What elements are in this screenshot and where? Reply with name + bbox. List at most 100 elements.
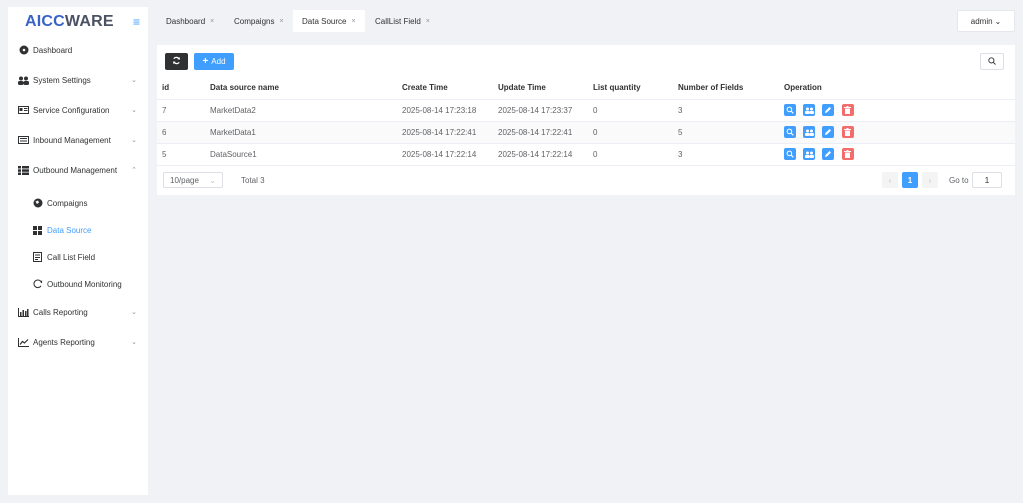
view-button[interactable]: [784, 148, 796, 160]
sidebar-item-label: Agents Reporting: [33, 337, 95, 347]
cell-list-quantity: 0: [593, 143, 678, 166]
table-icon: [18, 165, 29, 176]
chevron-down-icon: ⌄: [994, 16, 1002, 26]
tab-data-source[interactable]: Data Source ×: [293, 10, 365, 32]
sidebar-item-inbound-management[interactable]: Inbound Management ⌄: [8, 128, 148, 152]
edit-button[interactable]: [822, 104, 835, 116]
logo-row: AICCWARE ≡: [8, 7, 148, 37]
view-button[interactable]: [784, 104, 796, 116]
dashboard-icon: [18, 45, 29, 56]
cell-number-of-fields: 5: [678, 121, 784, 144]
grid-icon: [32, 225, 43, 236]
tab-compaigns[interactable]: Compaigns ×: [225, 10, 293, 32]
cell-create-time: 2025-08-14 17:22:41: [402, 121, 498, 144]
close-icon[interactable]: ×: [351, 18, 355, 25]
cell-id: 6: [157, 121, 210, 144]
search-icon: [988, 56, 996, 67]
chevron-right-icon: ›: [928, 175, 932, 185]
cell-create-time: 2025-08-14 17:23:18: [402, 99, 498, 122]
refresh-button[interactable]: [165, 53, 188, 70]
prev-page-button[interactable]: ‹: [882, 172, 898, 188]
chevron-down-icon: ⌄: [209, 175, 216, 185]
sidebar-item-label: Data Source: [47, 225, 92, 235]
sidebar-item-label: System Settings: [33, 75, 91, 85]
cell-name: MarketData1: [210, 121, 402, 144]
cell-update-time: 2025-08-14 17:22:14: [498, 143, 593, 166]
sidebar-item-dashboard[interactable]: Dashboard: [8, 38, 148, 62]
refresh-icon: [172, 56, 181, 67]
users-icon[interactable]: [803, 104, 816, 116]
close-icon[interactable]: ×: [426, 18, 430, 25]
chevron-up-icon: ⌃: [131, 167, 137, 174]
cell-operation: [784, 99, 1015, 122]
delete-button[interactable]: [841, 126, 854, 138]
chevron-left-icon: ‹: [888, 175, 892, 185]
tab-calllist-field[interactable]: CallList Field ×: [366, 10, 439, 32]
table-header-row: id Data source name Create Time Update T…: [157, 77, 1015, 100]
sidebar-item-label: Compaigns: [47, 198, 88, 208]
table-row: 7 MarketData2 2025-08-14 17:23:18 2025-0…: [157, 99, 1015, 122]
add-label: Add: [211, 57, 226, 66]
chevron-down-icon: ⌄: [131, 309, 137, 316]
cell-name: DataSource1: [210, 143, 402, 166]
sidebar-item-data-source[interactable]: Data Source: [8, 218, 148, 242]
delete-button[interactable]: [841, 104, 854, 116]
chevron-down-icon: ⌄: [131, 107, 137, 114]
tab-dashboard[interactable]: Dashboard ×: [157, 10, 223, 32]
edit-button[interactable]: [822, 148, 835, 160]
column-header-list-quantity: List quantity: [593, 77, 678, 100]
tab-label: Data Source: [302, 16, 347, 26]
column-header-update-time: Update Time: [498, 77, 593, 100]
sidebar-item-label: Inbound Management: [33, 135, 111, 145]
search-button[interactable]: [980, 53, 1004, 70]
cell-id: 7: [157, 99, 210, 122]
id-card-icon: [18, 105, 29, 116]
page-size-value: 10/page: [170, 175, 199, 185]
menu-collapse-icon[interactable]: ≡: [133, 15, 140, 29]
sidebar-item-label: Call List Field: [47, 252, 96, 262]
sidebar-item-calls-reporting[interactable]: Calls Reporting ⌄: [8, 300, 148, 324]
cell-number-of-fields: 3: [678, 143, 784, 166]
sidebar-item-service-configuration[interactable]: Service Configuration ⌄: [8, 98, 148, 122]
user-menu-button[interactable]: admin ⌄: [957, 10, 1015, 32]
table-row: 5 DataSource1 2025-08-14 17:22:14 2025-0…: [157, 143, 1015, 166]
sidebar-item-call-list-field[interactable]: Call List Field: [8, 245, 148, 269]
column-header-operation: Operation: [784, 77, 1015, 100]
cell-name: MarketData2: [210, 99, 402, 122]
next-page-button[interactable]: ›: [922, 172, 938, 188]
close-icon[interactable]: ×: [210, 18, 214, 25]
logo-part-a: AICC: [25, 13, 65, 30]
cell-id: 5: [157, 143, 210, 166]
sidebar-item-system-settings[interactable]: System Settings ⌄: [8, 68, 148, 92]
sidebar-item-label: Calls Reporting: [33, 307, 88, 317]
sidebar-item-outbound-management[interactable]: Outbound Management ⌃: [8, 158, 148, 182]
page-size-select[interactable]: 10/page ⌄: [163, 172, 223, 188]
sidebar-item-agents-reporting[interactable]: Agents Reporting ⌄: [8, 330, 148, 354]
delete-button[interactable]: [841, 148, 854, 160]
line-chart-icon: [18, 337, 29, 348]
cell-operation: [784, 121, 1015, 144]
edit-button[interactable]: [822, 126, 835, 138]
users-icon[interactable]: [803, 126, 816, 138]
cell-list-quantity: 0: [593, 121, 678, 144]
sidebar-item-label: Dashboard: [33, 45, 73, 55]
close-icon[interactable]: ×: [279, 18, 283, 25]
goto-page-input[interactable]: 1: [972, 172, 1002, 188]
cell-create-time: 2025-08-14 17:22:14: [402, 143, 498, 166]
users-icon: [18, 75, 29, 86]
sidebar-item-outbound-monitoring[interactable]: Outbound Monitoring: [8, 272, 148, 296]
sidebar-item-compaigns[interactable]: Compaigns: [8, 191, 148, 215]
main-panel: + Add id Data source name Create Time Up…: [157, 45, 1015, 195]
tab-label: Compaigns: [234, 16, 275, 26]
column-header-number-of-fields: Number of Fields: [678, 77, 784, 100]
sidebar-item-label: Service Configuration: [33, 105, 110, 115]
view-button[interactable]: [784, 126, 796, 138]
users-icon[interactable]: [803, 148, 816, 160]
cell-update-time: 2025-08-14 17:22:41: [498, 121, 593, 144]
page-number-button[interactable]: 1: [902, 172, 918, 188]
list-form-icon: [32, 252, 43, 263]
plus-icon: +: [202, 56, 209, 67]
add-button[interactable]: + Add: [194, 53, 234, 70]
tab-label: Dashboard: [166, 16, 206, 26]
refresh-icon: [32, 279, 43, 290]
